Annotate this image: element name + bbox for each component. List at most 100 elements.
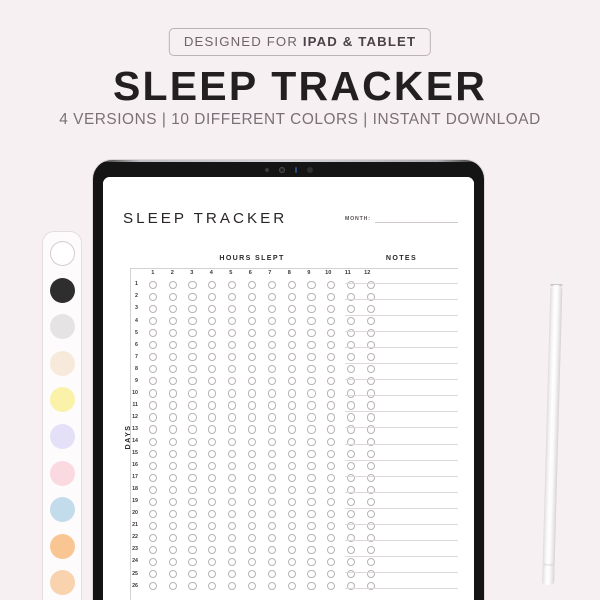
hour-cell[interactable] [222,582,242,591]
hour-cell[interactable] [222,485,242,494]
hour-cell[interactable] [183,341,203,350]
hour-bubble-icon[interactable] [327,353,336,362]
hour-cell[interactable] [202,437,222,446]
hour-cell[interactable] [282,341,302,350]
hour-cell[interactable] [262,413,282,422]
hour-cell[interactable] [183,425,203,434]
hour-bubble-icon[interactable] [168,497,177,506]
hour-bubble-icon[interactable] [247,425,257,434]
hour-bubble-icon[interactable] [327,533,336,543]
hour-cell[interactable] [222,425,242,434]
hour-bubble-icon[interactable] [287,317,296,326]
hour-bubble-icon[interactable] [267,545,276,555]
hour-bubble-icon[interactable] [327,413,336,422]
hour-bubble-icon[interactable] [188,425,197,434]
hour-cell[interactable] [302,425,322,434]
hour-bubble-icon[interactable] [267,473,276,482]
hour-cell[interactable] [163,389,183,398]
hour-bubble-icon[interactable] [247,341,257,350]
hour-cell[interactable] [262,280,282,290]
hour-cell[interactable] [143,317,163,326]
hour-bubble-icon[interactable] [307,280,316,290]
hour-bubble-icon[interactable] [267,317,276,326]
hour-cell[interactable] [202,317,222,326]
hour-cell[interactable] [143,570,163,579]
hour-bubble-icon[interactable] [208,545,217,555]
hour-bubble-icon[interactable] [208,317,217,326]
hour-cell[interactable] [202,353,222,362]
hour-cell[interactable] [262,389,282,398]
hour-cell[interactable] [143,509,163,518]
hour-bubble-icon[interactable] [228,341,237,350]
hour-bubble-icon[interactable] [247,389,257,398]
hour-bubble-icon[interactable] [267,497,276,506]
hour-cell[interactable] [321,449,341,458]
hour-cell[interactable] [262,473,282,482]
hour-bubble-icon[interactable] [148,280,157,290]
hour-bubble-icon[interactable] [267,329,276,338]
hour-bubble-icon[interactable] [188,401,197,410]
hour-cell[interactable] [202,401,222,410]
notes-line[interactable] [345,587,458,589]
hour-bubble-icon[interactable] [267,509,276,518]
hour-cell[interactable] [242,545,262,555]
hour-cell[interactable] [202,473,222,482]
hour-bubble-icon[interactable] [148,437,157,446]
hour-bubble-icon[interactable] [307,353,316,362]
hour-cell[interactable] [163,461,183,470]
hour-cell[interactable] [262,353,282,362]
hour-bubble-icon[interactable] [208,437,217,446]
hour-cell[interactable] [302,401,322,410]
hour-cell[interactable] [183,280,203,290]
hour-bubble-icon[interactable] [327,521,336,531]
hour-cell[interactable] [202,558,222,567]
notes-line[interactable] [345,443,458,445]
hour-bubble-icon[interactable] [148,570,157,579]
hour-cell[interactable] [183,389,203,398]
hour-bubble-icon[interactable] [287,389,296,398]
color-swatch-black[interactable] [49,277,75,303]
hour-cell[interactable] [262,292,282,302]
hour-bubble-icon[interactable] [287,365,296,374]
hour-cell[interactable] [143,533,163,543]
hour-bubble-icon[interactable] [168,570,177,579]
hour-cell[interactable] [143,329,163,338]
hour-cell[interactable] [202,570,222,579]
hour-cell[interactable] [262,305,282,314]
hour-bubble-icon[interactable] [188,509,197,518]
hour-bubble-icon[interactable] [287,437,296,446]
hour-bubble-icon[interactable] [188,558,197,567]
hour-cell[interactable] [242,558,262,567]
hour-cell[interactable] [183,317,203,326]
hour-bubble-icon[interactable] [168,461,177,470]
hour-bubble-icon[interactable] [287,353,296,362]
hour-cell[interactable] [143,449,163,458]
hour-cell[interactable] [183,413,203,422]
hour-cell[interactable] [143,497,163,506]
hour-cell[interactable] [282,449,302,458]
hour-cell[interactable] [202,521,222,531]
hour-cell[interactable] [143,485,163,494]
hour-cell[interactable] [302,317,322,326]
hour-cell[interactable] [262,461,282,470]
hour-cell[interactable] [222,341,242,350]
hour-bubble-icon[interactable] [208,280,217,290]
hour-bubble-icon[interactable] [208,473,217,482]
hour-cell[interactable] [321,521,341,531]
hour-bubble-icon[interactable] [188,341,197,350]
hour-cell[interactable] [183,305,203,314]
hour-cell[interactable] [143,305,163,314]
hour-cell[interactable] [242,437,262,446]
hour-bubble-icon[interactable] [148,413,157,422]
hour-bubble-icon[interactable] [247,353,257,362]
hour-bubble-icon[interactable] [228,365,237,374]
hour-bubble-icon[interactable] [188,473,197,482]
hour-bubble-icon[interactable] [307,401,316,410]
hour-bubble-icon[interactable] [228,317,237,326]
notes-lines[interactable] [345,268,458,600]
hour-cell[interactable] [282,389,302,398]
hour-bubble-icon[interactable] [208,533,217,543]
hour-bubble-icon[interactable] [307,413,316,422]
hour-cell[interactable] [183,521,203,531]
hour-cell[interactable] [222,329,242,338]
